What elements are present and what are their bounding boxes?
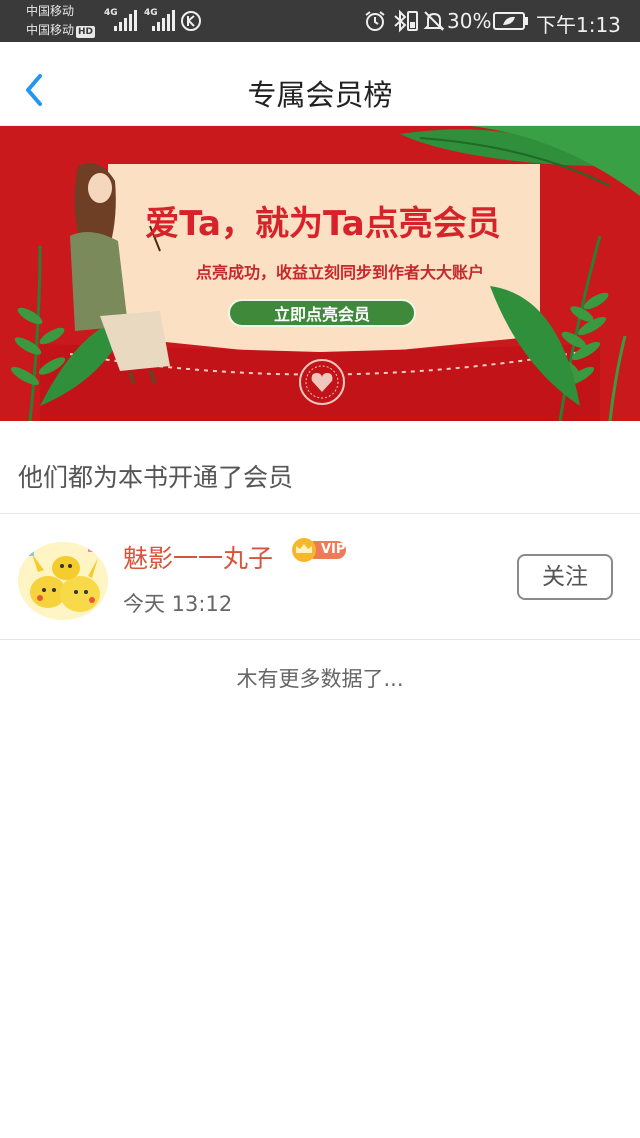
banner-headline: 爱Ta，就为Ta点亮会员 <box>145 204 501 244</box>
member-list-item[interactable]: 魅影一一丸子 VIP 今天 13:12 关注 <box>0 515 640 639</box>
promo-banner[interactable]: 爱Ta，就为Ta点亮会员 点亮成功，收益立刻同步到作者大大账户 立即点亮会员 <box>0 126 640 421</box>
follow-button[interactable]: 关注 <box>517 554 613 600</box>
banner-subtitle: 点亮成功，收益立刻同步到作者大大账户 <box>195 263 484 282</box>
page-title: 专属会员榜 <box>247 78 393 112</box>
avatar[interactable] <box>18 542 108 620</box>
app-header: 专属会员榜 <box>0 42 640 126</box>
battery-icon <box>493 12 528 30</box>
member-name[interactable]: 魅影一一丸子 <box>123 539 273 575</box>
vip-label: VIP <box>321 542 346 557</box>
light-up-membership-button[interactable]: 立即点亮会员 <box>228 299 416 327</box>
divider <box>0 513 640 514</box>
signal-icon <box>152 10 175 31</box>
status-clock: 下午1:13 <box>536 13 621 37</box>
carrier-label-text: 中国移动 <box>26 23 75 37</box>
vip-badge: VIP <box>290 538 348 562</box>
status-bar: 中国移动 中国移动 HD 4G 4G 30% 下午1:13 <box>0 0 640 42</box>
section-title: 他们都为本书开通了会员 <box>18 463 294 492</box>
avatar-image <box>18 542 108 620</box>
battery-percent: 30% <box>447 9 492 33</box>
member-time: 今天 13:12 <box>123 592 233 616</box>
vibrate-icon <box>407 11 418 31</box>
k-app-icon <box>181 11 201 31</box>
mute-bell-icon <box>423 11 445 31</box>
divider <box>0 639 640 640</box>
carrier-label: 中国移动 <box>26 4 75 18</box>
hd-badge: HD <box>76 26 96 38</box>
carrier-label: 中国移动 HD <box>26 23 96 38</box>
signal-icon <box>114 10 137 31</box>
alarm-icon <box>365 11 385 31</box>
no-more-data-text: 木有更多数据了... <box>236 667 404 691</box>
